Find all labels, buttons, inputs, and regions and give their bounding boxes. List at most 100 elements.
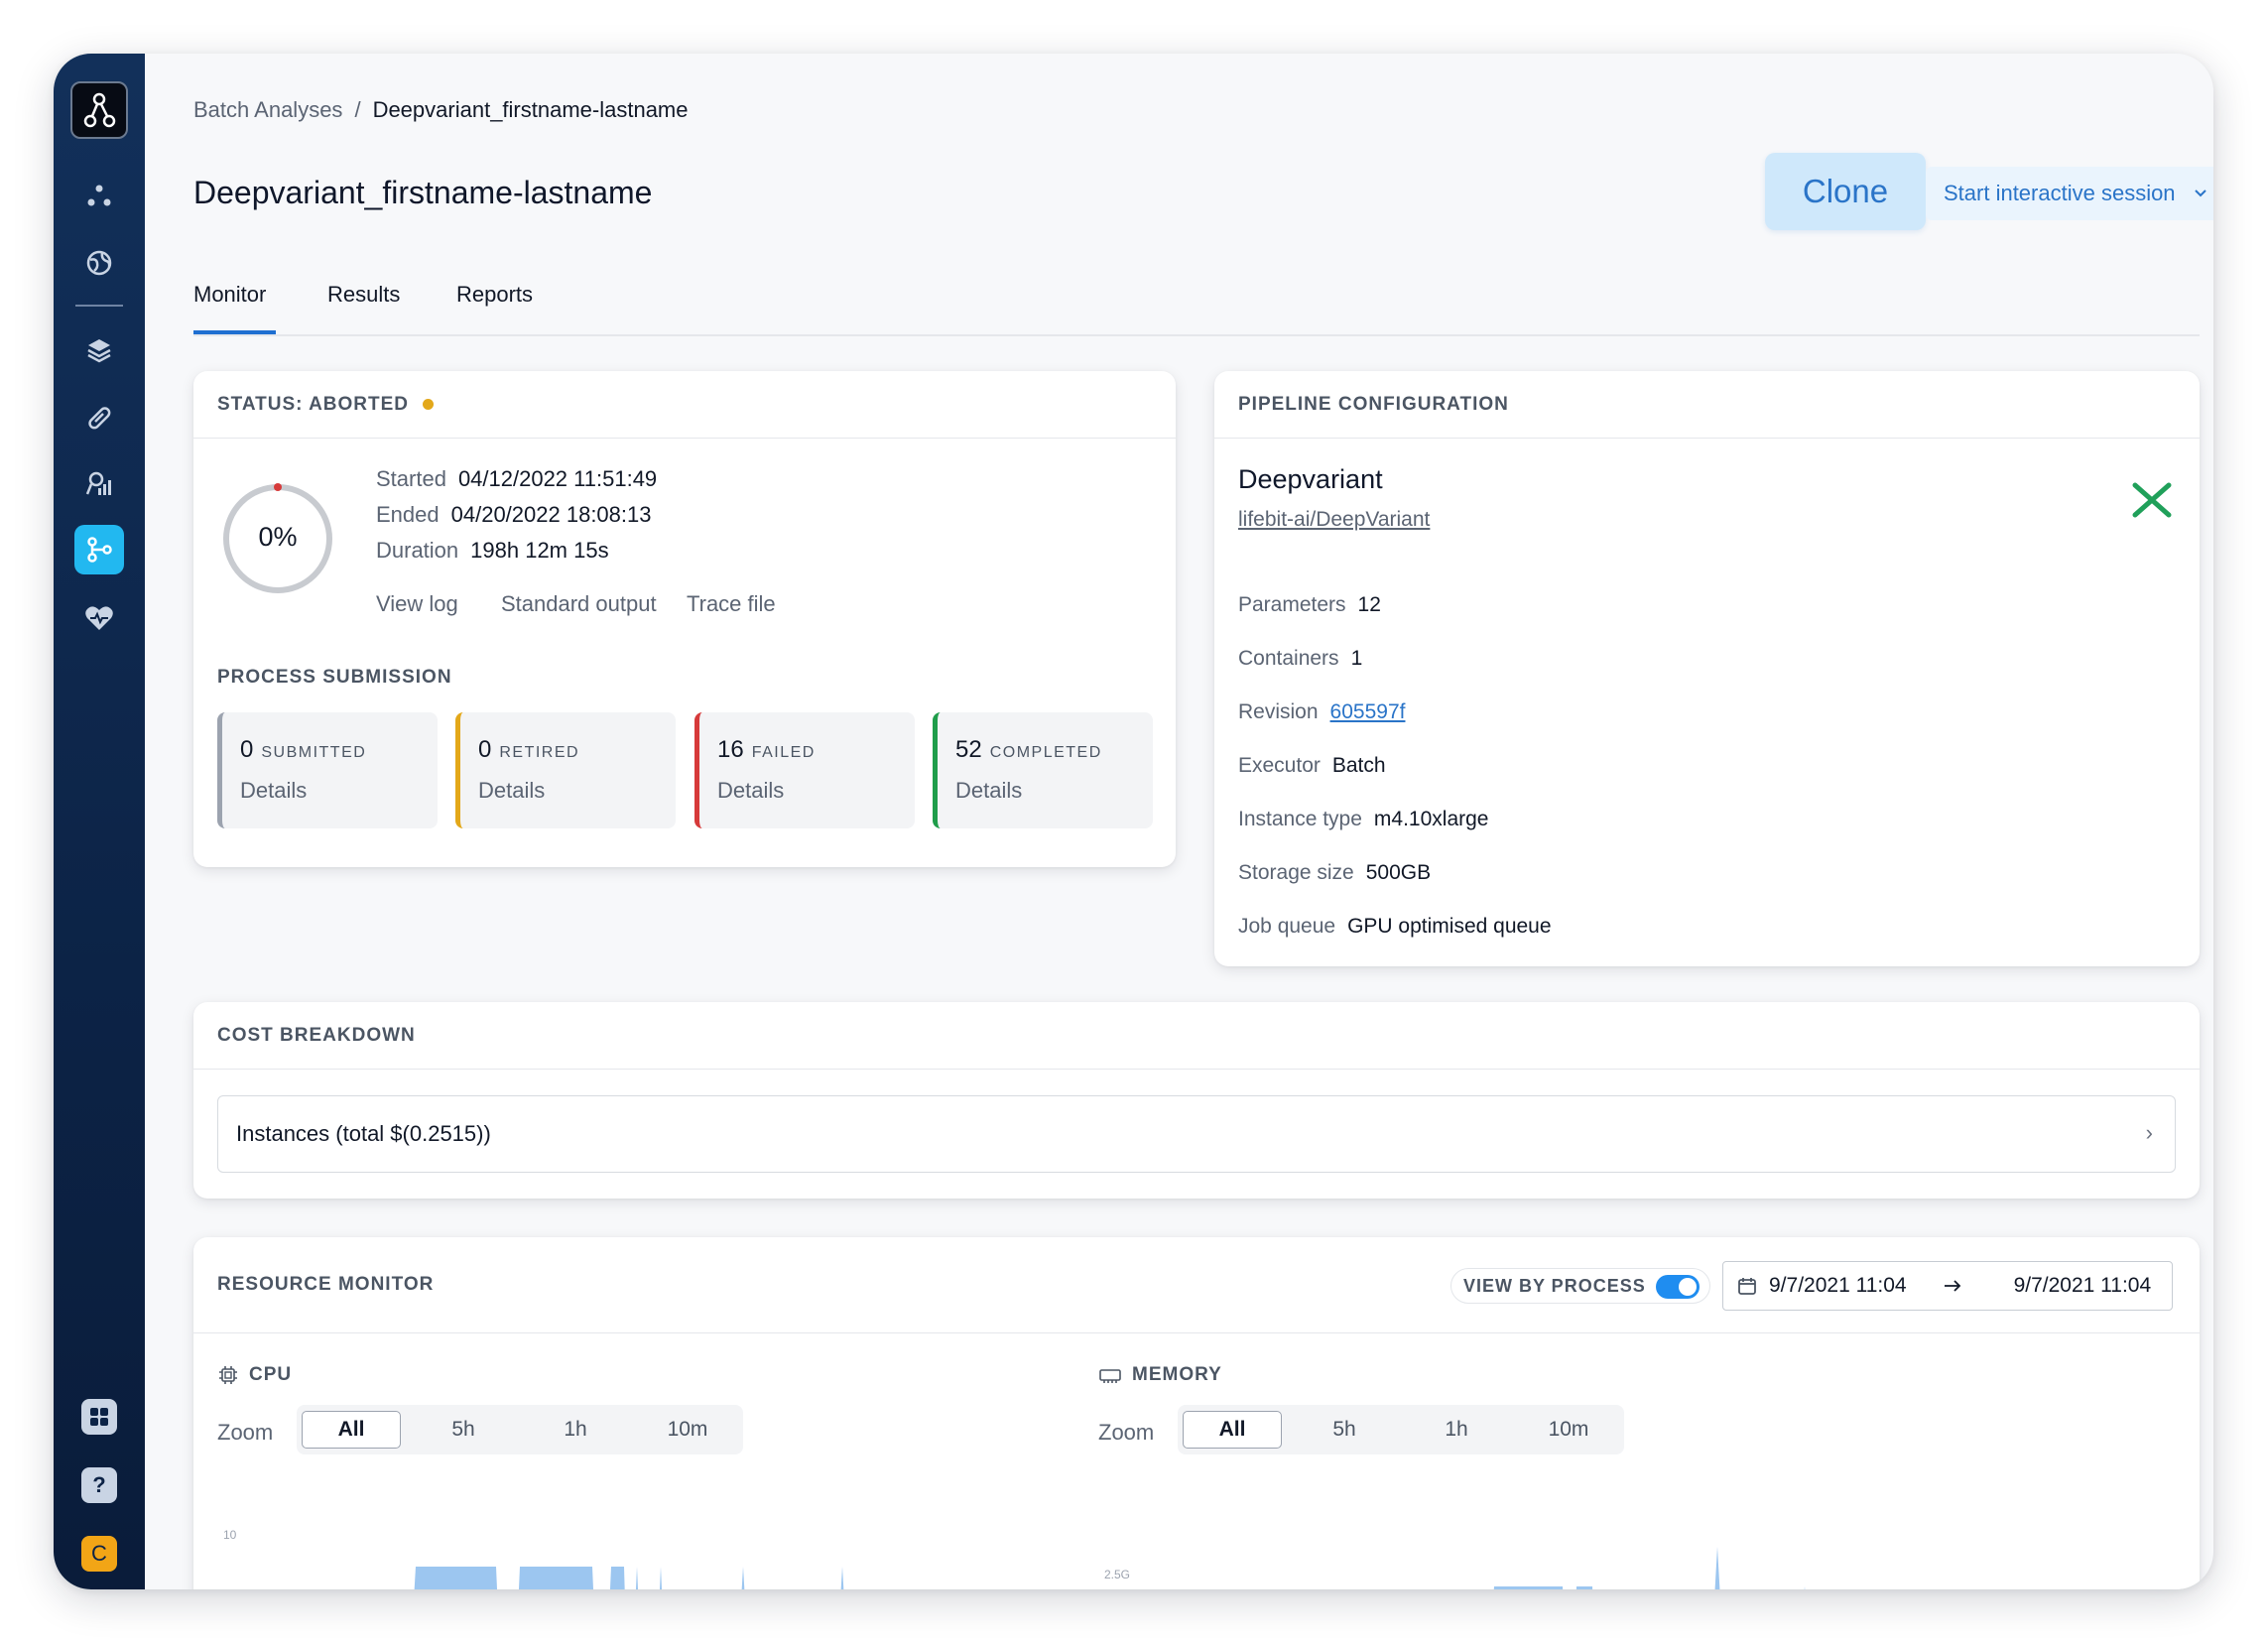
status-title: STATUS: ABORTED [217, 393, 410, 415]
memory-zoom-1h[interactable]: 1h [1407, 1411, 1506, 1449]
tab-reports[interactable]: Reports [456, 282, 533, 334]
page-title: Deepvariant_firstname-lastname [193, 175, 653, 210]
cpu-label-text: CPU [249, 1364, 293, 1385]
memory-label-text: MEMORY [1132, 1364, 1222, 1385]
heart-icon[interactable] [79, 598, 119, 638]
toggle-switch[interactable] [1656, 1275, 1700, 1299]
config-value: 12 [1357, 593, 1381, 616]
cpu-label: CPU [217, 1364, 292, 1386]
cpu-zoom-5h[interactable]: 5h [414, 1411, 513, 1449]
date-to[interactable]: 9/7/2021 11:04 [2014, 1274, 2152, 1298]
view-by-process-label: VIEW BY PROCESS [1463, 1275, 1646, 1296]
help-icon[interactable]: ? [81, 1467, 117, 1503]
sidebar: ? C [54, 54, 145, 1589]
user-avatar[interactable]: C [81, 1536, 117, 1572]
date-range-picker[interactable]: 9/7/2021 11:04 9/7/2021 11:04 [1722, 1261, 2173, 1311]
cpu-zoom-group: All 5h 1h 10m [297, 1405, 743, 1454]
view-log-link[interactable]: View log [376, 591, 458, 617]
cost-breakdown-card: COST BREAKDOWN Instances (total $(0.2515… [193, 1002, 2200, 1199]
status-dot [423, 399, 435, 410]
resource-title: RESOURCE MONITOR [217, 1274, 435, 1295]
view-by-process-toggle[interactable]: VIEW BY PROCESS [1450, 1268, 1710, 1304]
config-value: 1 [1350, 647, 1363, 670]
main-content: Batch Analyses / Deepvariant_firstname-l… [145, 54, 2213, 1589]
chevron-down-icon [2194, 190, 2206, 197]
cpu-zoom-all[interactable]: All [302, 1411, 401, 1449]
stat-count: 52 [955, 736, 982, 763]
memory-icon [1099, 1369, 1121, 1383]
standard-output-link[interactable]: Standard output [501, 591, 657, 617]
memory-zoom-10m[interactable]: 10m [1519, 1411, 1618, 1449]
nodes-icon[interactable] [79, 177, 119, 216]
globe-icon[interactable] [79, 243, 119, 283]
memory-label: MEMORY [1098, 1364, 1222, 1386]
pipeline-repo-link[interactable]: lifebit-ai/DeepVariant [1238, 508, 1430, 532]
resource-monitor-card: RESOURCE MONITOR VIEW BY PROCESS 9/7/202… [193, 1237, 2200, 1589]
started-label: Started [376, 466, 446, 491]
stat-details-link[interactable]: Details [717, 778, 784, 804]
started-row: Started 04/12/2022 11:51:49 [376, 466, 657, 492]
sidebar-divider [75, 305, 123, 307]
app-logo[interactable] [70, 81, 128, 139]
config-executor: Executor Batch [1238, 754, 1386, 778]
stat-details-link[interactable]: Details [955, 778, 1022, 804]
clone-button[interactable]: Clone [1765, 153, 1926, 230]
analytics-icon[interactable] [79, 464, 119, 504]
config-instance-type: Instance type m4.10xlarge [1238, 808, 1488, 831]
memory-zoom-all[interactable]: All [1183, 1411, 1282, 1449]
breadcrumb-separator: / [354, 97, 361, 122]
ended-label: Ended [376, 502, 440, 527]
tab-monitor[interactable]: Monitor [193, 282, 276, 334]
stat-details-link[interactable]: Details [240, 778, 307, 804]
config-job-queue: Job queue GPU optimised queue [1238, 915, 1552, 939]
config-storage-size: Storage size 500GB [1238, 861, 1431, 885]
logo-icon [83, 92, 116, 128]
status-card: STATUS: ABORTED 0% Started 04/12/2022 11:… [193, 371, 1176, 867]
memory-chart [1493, 1547, 1806, 1589]
ended-row: Ended 04/20/2022 18:08:13 [376, 502, 651, 528]
date-from[interactable]: 9/7/2021 11:04 [1769, 1274, 1907, 1298]
tab-results[interactable]: Results [327, 282, 400, 334]
revision-link[interactable]: 605597f [1330, 700, 1406, 723]
nextflow-logo-icon [2132, 482, 2172, 518]
duration-value: 198h 12m 15s [470, 538, 609, 563]
stat-details-link[interactable]: Details [478, 778, 545, 804]
chevron-right-icon: › [2145, 1120, 2153, 1145]
config-key: Job queue [1238, 915, 1336, 938]
layers-icon[interactable] [79, 330, 119, 370]
duration-label: Duration [376, 538, 459, 563]
apps-icon[interactable] [81, 1399, 117, 1435]
cpu-icon [219, 1366, 237, 1384]
config-value: Batch [1331, 754, 1386, 777]
stat-completed[interactable]: 52 COMPLETED Details [933, 712, 1153, 828]
config-key: Containers [1238, 647, 1339, 670]
config-key: Revision [1238, 700, 1319, 723]
started-value: 04/12/2022 11:51:49 [457, 466, 658, 491]
cpu-zoom-1h[interactable]: 1h [526, 1411, 625, 1449]
stat-submitted[interactable]: 0 SUBMITTED Details [217, 712, 438, 828]
memory-zoom-5h[interactable]: 5h [1295, 1411, 1394, 1449]
app-window: ? C Batch Analyses / Deepvariant_firstna… [54, 54, 2213, 1589]
link-icon[interactable] [79, 398, 119, 438]
cpu-chart [414, 1567, 844, 1589]
config-key: Executor [1238, 754, 1321, 777]
tab-bar: Monitor Results Reports [193, 282, 2200, 336]
cpu-zoom-10m[interactable]: 10m [638, 1411, 737, 1449]
status-header: STATUS: ABORTED [193, 371, 1176, 439]
stat-failed[interactable]: 16 FAILED Details [694, 712, 915, 828]
progress-ring: 0% [221, 482, 334, 595]
workflow-icon[interactable] [74, 525, 124, 574]
calendar-icon [1738, 1278, 1756, 1295]
stat-label: SUBMITTED [261, 744, 367, 761]
trace-file-link[interactable]: Trace file [687, 591, 776, 617]
instances-cost-row[interactable]: Instances (total $(0.2515)) › [217, 1095, 2176, 1173]
start-session-button[interactable]: Start interactive session [1926, 167, 2213, 220]
breadcrumb-parent[interactable]: Batch Analyses [193, 97, 342, 123]
stat-retired[interactable]: 0 RETIRED Details [455, 712, 676, 828]
breadcrumb: Batch Analyses / Deepvariant_firstname-l… [193, 97, 689, 123]
instances-cost-label: Instances (total $(0.2515)) [236, 1121, 491, 1146]
duration-row: Duration 198h 12m 15s [376, 538, 609, 564]
memory-zoom-label: Zoom [1098, 1420, 1155, 1445]
stat-count: 0 [240, 736, 254, 763]
config-key: Instance type [1238, 808, 1362, 830]
